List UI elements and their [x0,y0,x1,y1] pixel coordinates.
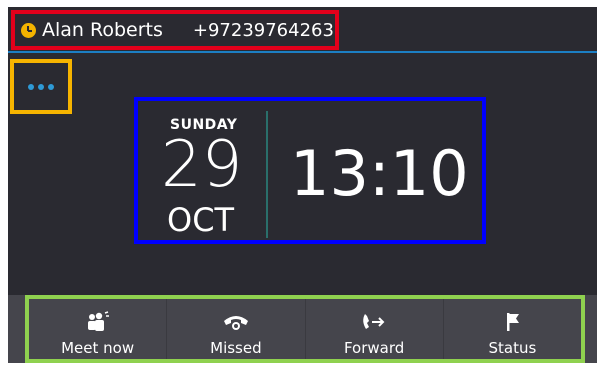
clock-divider [266,111,268,238]
status-button[interactable]: Status [444,299,581,359]
meet-now-button[interactable]: Meet now [29,299,168,359]
clock-away-icon [21,22,36,38]
phone-screen: Alan Roberts +97239764263 SUNDAY 29 OCT … [8,7,597,363]
date-time-widget: SUNDAY 29 OCT 13:10 [134,97,486,244]
month-label: OCT [167,201,235,239]
header-user-info: Alan Roberts +97239764263 [11,10,339,50]
more-dots-icon [28,83,54,90]
user-phone-number: +97239764263 [192,19,334,41]
user-name: Alan Roberts [42,19,163,41]
softkey-group: Meet now Missed Forward Status [25,295,585,363]
status-flag-icon [497,311,527,333]
status-label: Status [488,339,537,357]
forward-call-icon [359,311,389,333]
missed-label: Missed [210,339,262,357]
forward-label: Forward [343,339,405,357]
current-time: 13:10 [290,137,469,210]
date-number: 29 [161,128,243,202]
missed-button[interactable]: Missed [167,299,306,359]
meet-now-label: Meet now [61,339,135,357]
meet-now-icon [83,311,113,333]
missed-call-icon [221,311,251,333]
more-button[interactable] [10,59,72,114]
forward-button[interactable]: Forward [306,299,444,359]
header-divider [8,51,597,53]
